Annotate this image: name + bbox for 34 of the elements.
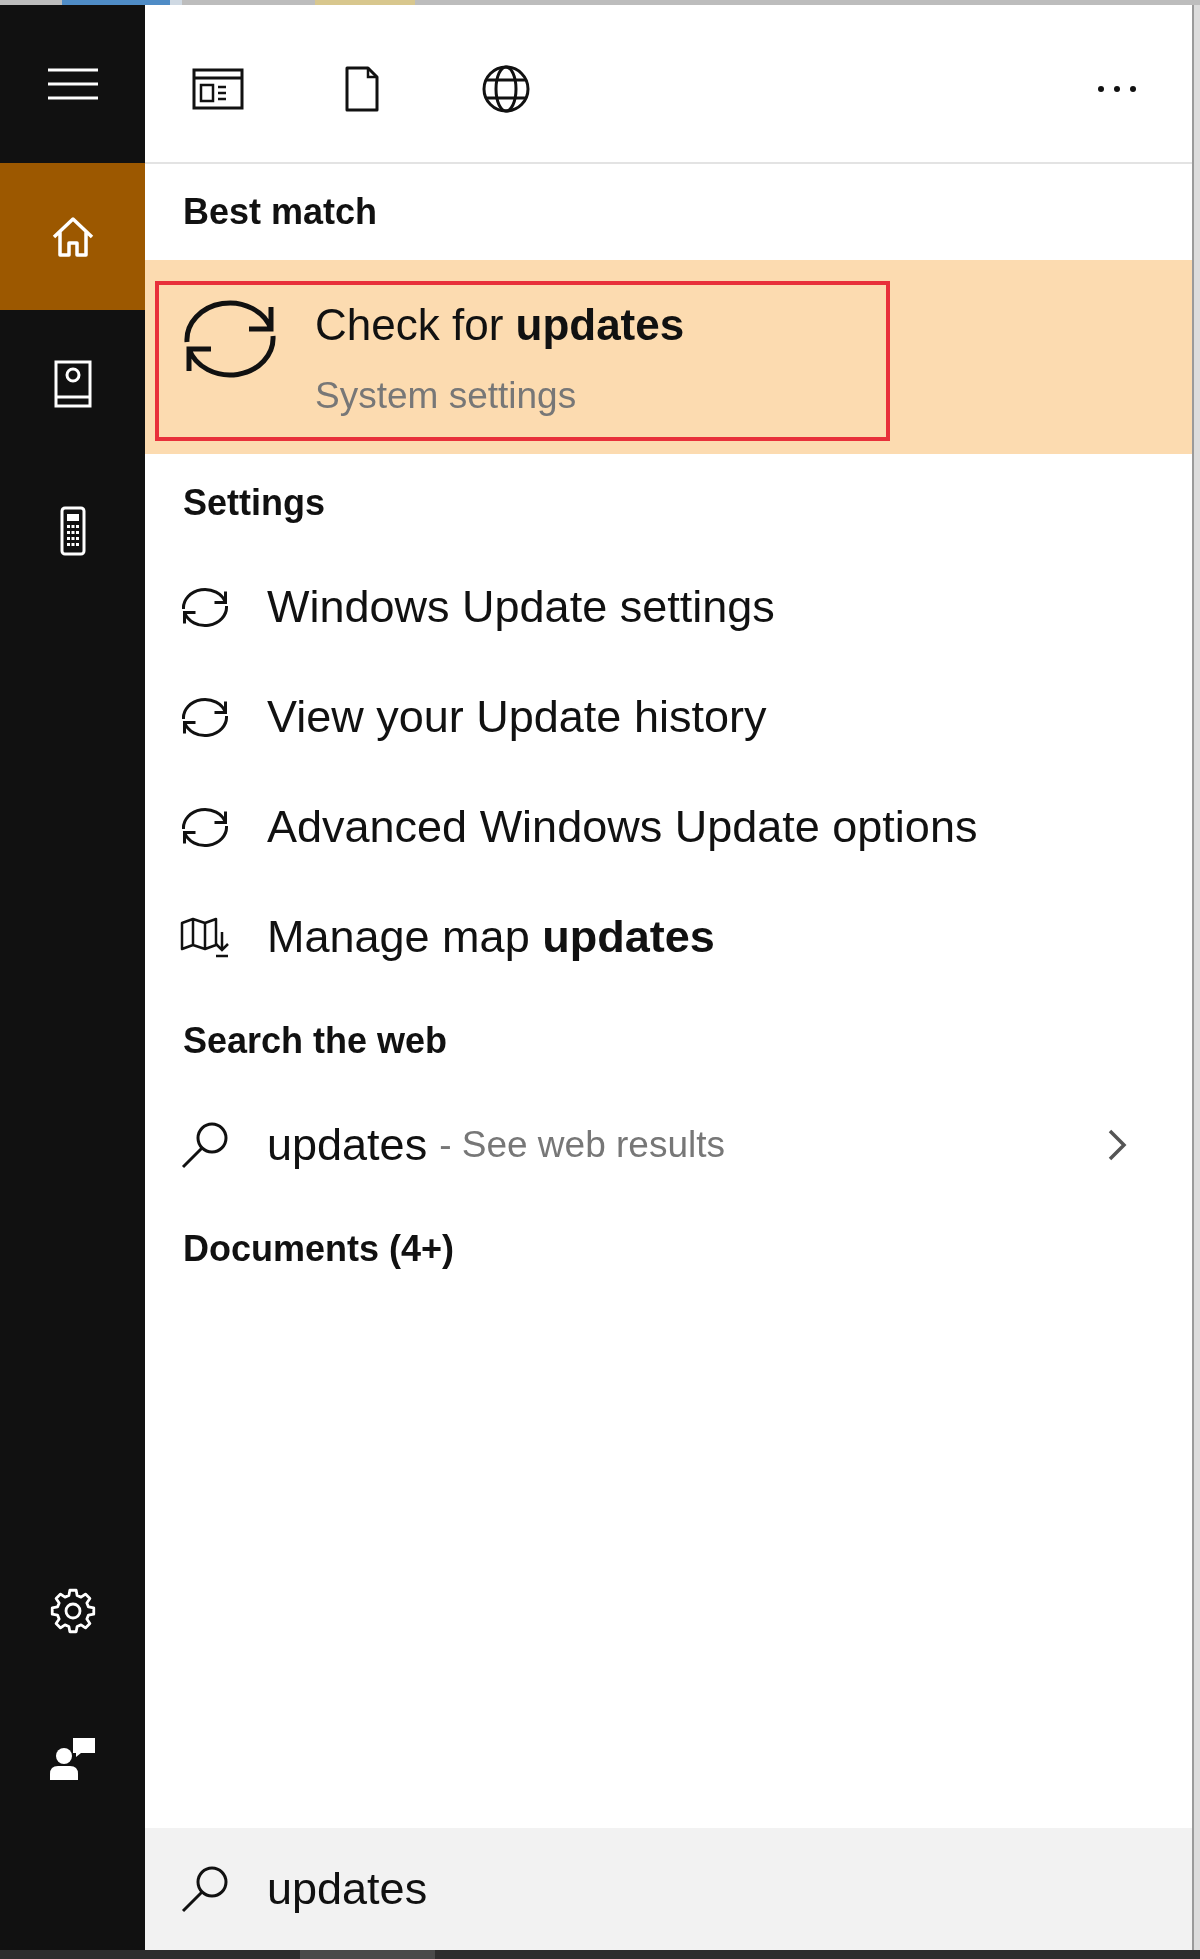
settings-icon xyxy=(48,1586,97,1635)
search-icon xyxy=(180,1864,230,1914)
more-icon xyxy=(1097,84,1137,93)
result-subtitle: System settings xyxy=(315,374,578,418)
section-heading: Settings xyxy=(182,481,326,525)
section-heading: Search the web xyxy=(182,1019,449,1063)
web-results-hint: - See web results xyxy=(439,1123,725,1168)
chevron-right-icon xyxy=(1107,1128,1127,1162)
feedback-icon xyxy=(48,1735,97,1780)
search-result[interactable]: Windows Update settings xyxy=(145,552,1192,662)
web-search-result[interactable]: updates - See web results xyxy=(145,1090,1192,1200)
map-icon xyxy=(180,916,230,958)
section-heading: Documents (4+) xyxy=(182,1227,456,1271)
globe-icon xyxy=(481,63,531,114)
home-button[interactable] xyxy=(0,163,145,310)
search-result[interactable]: Advanced Windows Update options xyxy=(145,772,1192,882)
menu-icon xyxy=(47,68,98,100)
result-title: Check for updates xyxy=(315,299,685,351)
section-heading: Best match xyxy=(182,190,379,234)
document-icon xyxy=(344,64,380,113)
search-input[interactable]: updates xyxy=(267,1855,1152,1923)
search-box[interactable]: updates xyxy=(145,1828,1192,1950)
search-result[interactable]: Manage map updates xyxy=(145,882,1192,992)
search-icon xyxy=(180,1120,230,1170)
sync-icon xyxy=(180,806,230,848)
notebook-icon xyxy=(53,359,92,408)
device-icon xyxy=(59,505,86,556)
sync-icon xyxy=(180,696,230,738)
search-result[interactable]: Check for updates System settings xyxy=(145,260,1192,454)
query-text: updates xyxy=(267,1118,428,1173)
sync-icon xyxy=(180,586,230,628)
home-icon xyxy=(50,215,95,258)
search-result[interactable]: View your Update history xyxy=(145,662,1192,772)
app-window-icon xyxy=(192,67,244,110)
